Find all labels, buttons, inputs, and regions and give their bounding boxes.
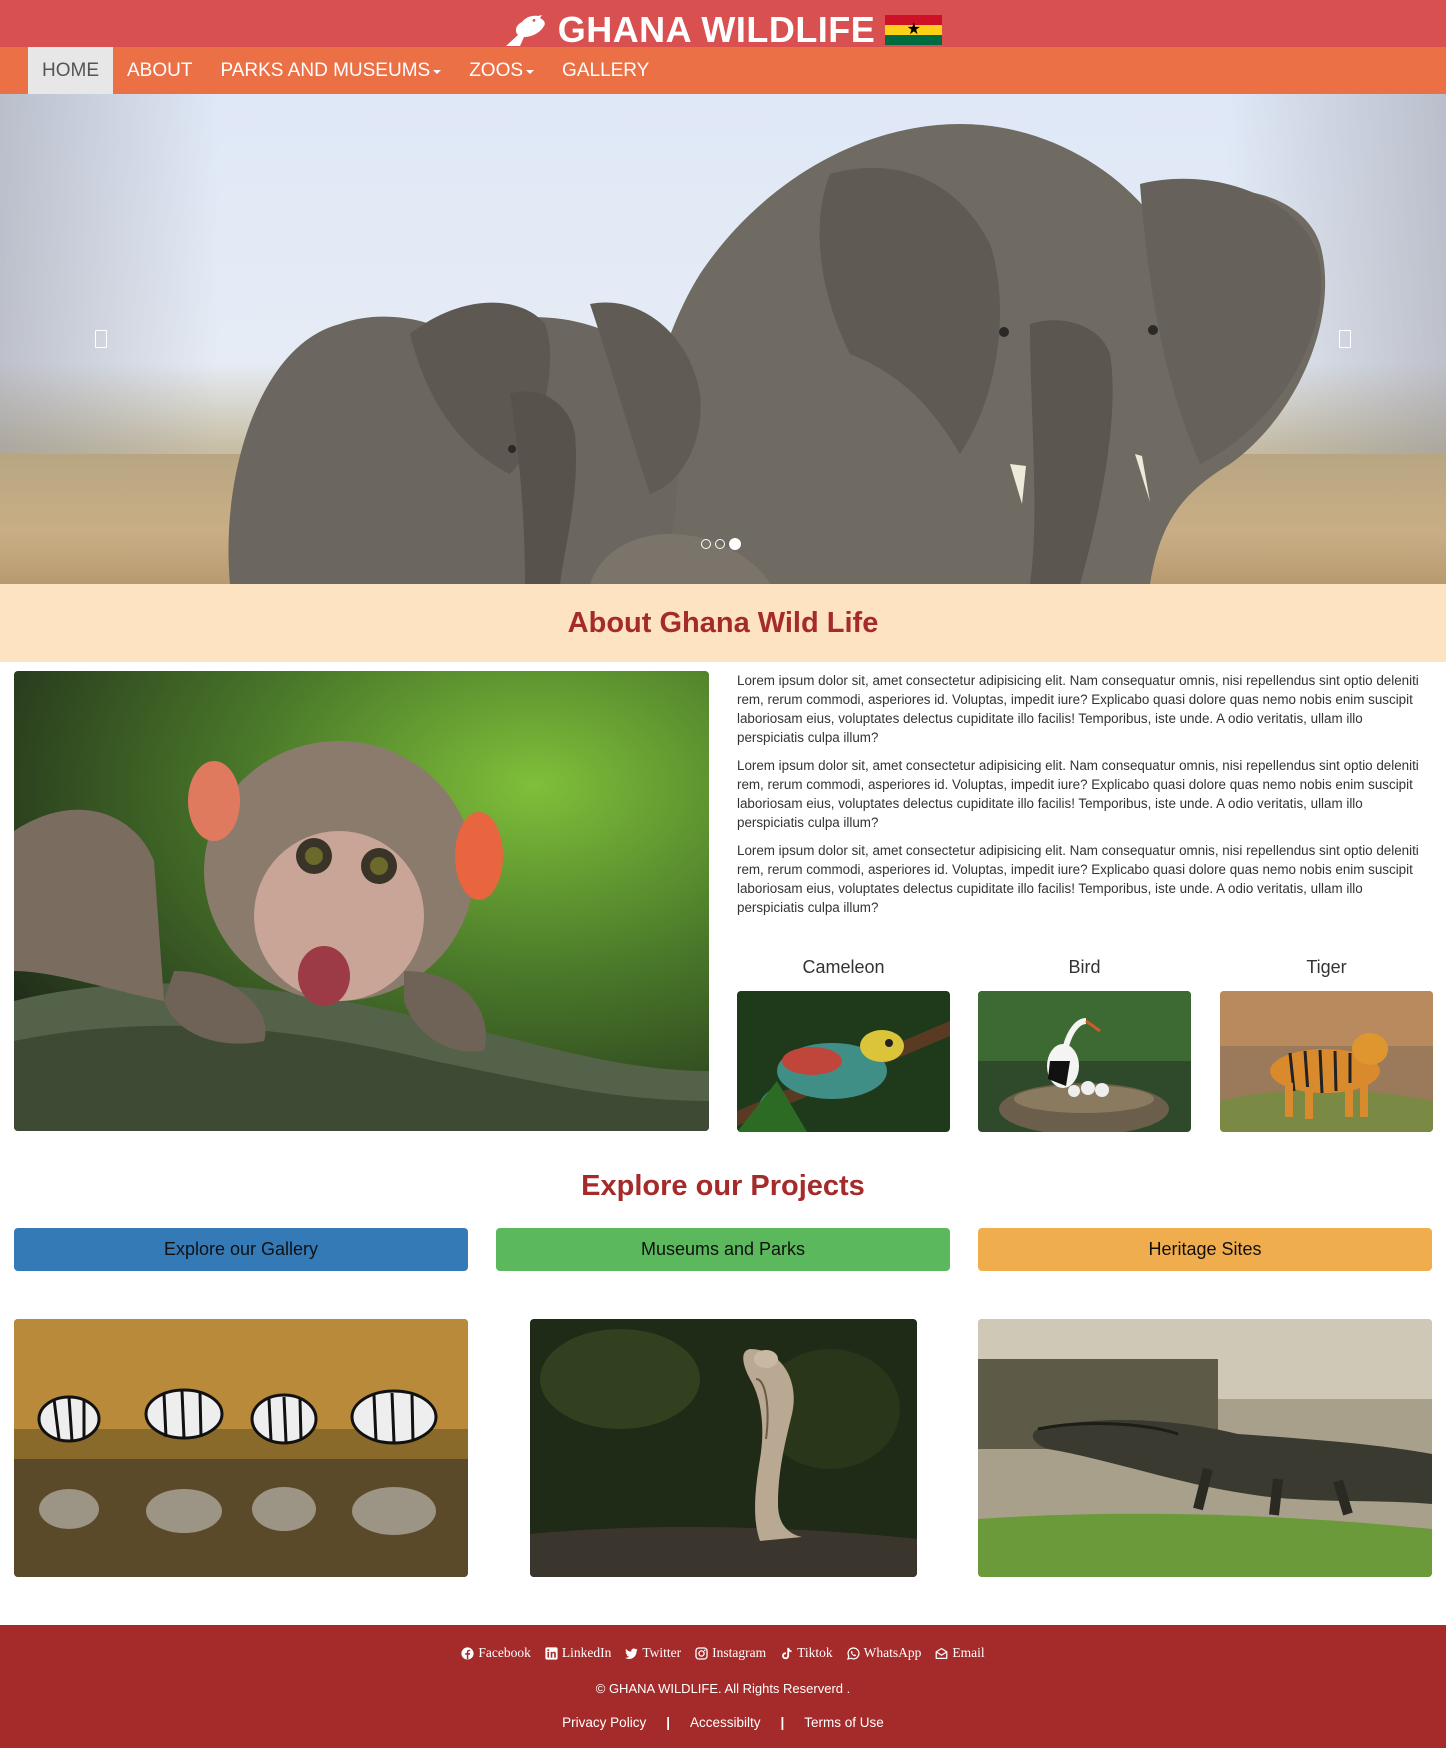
privacy-policy-link[interactable]: Privacy Policy [562,1715,646,1730]
tiktok-icon [782,1647,792,1659]
cobra-image [530,1319,917,1577]
instagram-label: Instagram [712,1645,767,1660]
caret-down-icon [526,70,535,74]
zebras-image [14,1319,468,1577]
bird-logo-icon [505,15,545,46]
brand-bar: GHANA WILDLIFE ★ [0,0,1446,50]
ghana-flag-icon: ★ [885,15,943,45]
nav-parks-and-museums[interactable]: PARKS AND MUSEUMS [206,47,455,94]
linkedin-link[interactable]: LinkedIn [545,1645,612,1661]
nav-zoos-label: ZOOS [469,60,524,81]
footer: Facebook LinkedIn Twitter Instagram Tikt… [0,1625,1446,1748]
facebook-label: Facebook [478,1645,531,1660]
linkedin-icon [545,1646,558,1660]
carousel-indicator-1[interactable] [701,539,711,549]
twitter-icon [625,1647,638,1659]
carousel-indicator-2[interactable] [715,539,725,549]
cameleon-image [737,991,950,1132]
tiktok-label: Tiktok [797,1645,833,1660]
nav-about[interactable]: ABOUT [113,47,206,94]
linkedin-label: LinkedIn [561,1645,612,1660]
facebook-link[interactable]: Facebook [461,1645,531,1661]
about-paragraph: Lorem ipsum dolor sit, amet consectetur … [737,673,1419,745]
copyright: © GHANA WILDLIFE. All Rights Reserverd . [595,1681,851,1696]
nav-gallery[interactable]: GALLERY [548,47,663,94]
site-title: GHANA WILDLIFE [557,9,876,50]
about-text: Lorem ipsum dolor sit, amet consectetur … [737,671,1433,926]
email-label: Email [952,1645,985,1660]
animal-card-tiger: Tiger [1220,955,1433,1132]
nav-gallery-label: GALLERY [562,60,650,81]
instagram-icon [695,1646,708,1660]
museums-parks-button[interactable]: Museums and Parks [496,1228,950,1271]
animal-caption: Cameleon [802,957,885,977]
monkey-image [14,671,709,1131]
about-title: About Ghana Wild Life [567,606,879,639]
carousel-prev-button[interactable] [81,319,121,359]
twitter-link[interactable]: Twitter [625,1645,681,1661]
nav-home-label: HOME [42,60,99,81]
caret-down-icon [433,70,442,74]
nav-about-label: ABOUT [127,60,193,81]
carousel-next-button[interactable] [1325,319,1365,359]
about-paragraph: Lorem ipsum dolor sit, amet consectetur … [737,843,1419,915]
twitter-label: Twitter [642,1645,682,1660]
animal-caption: Bird [1068,957,1101,977]
navbar: HOME ABOUT PARKS AND MUSEUMS ZOOS GALLER… [0,47,1446,94]
carousel-indicator-3[interactable] [729,538,741,550]
bird-image [978,991,1191,1132]
facebook-icon [461,1646,474,1660]
animal-caption: Tiger [1306,957,1347,977]
crocodile-image [978,1319,1432,1577]
tiger-image [1220,991,1433,1132]
whatsapp-label: WhatsApp [863,1645,922,1660]
divider: | [780,1715,785,1730]
legal-links: Privacy Policy | Accessibilty | Terms of… [0,1715,1446,1730]
hero-carousel[interactable] [0,94,1446,584]
nav-parks-label: PARKS AND MUSEUMS [220,60,431,81]
tiktok-link[interactable]: Tiktok [780,1645,833,1661]
explore-gallery-button[interactable]: Explore our Gallery [14,1228,468,1271]
animal-card-bird: Bird [978,955,1191,1132]
accessibility-link[interactable]: Accessibilty [690,1715,761,1730]
about-header: About Ghana Wild Life [0,584,1446,662]
nav-zoos[interactable]: ZOOS [455,47,548,94]
brand[interactable]: GHANA WILDLIFE ★ [0,10,1446,50]
email-link[interactable]: Email [935,1645,985,1661]
whatsapp-icon [846,1646,860,1660]
email-icon [936,1647,948,1659]
instagram-link[interactable]: Instagram [695,1645,766,1661]
animal-card-cameleon: Cameleon [737,955,950,1132]
projects-title: Explore our Projects [581,1170,865,1202]
elephants-image [228,124,1326,584]
about-paragraph: Lorem ipsum dolor sit, amet consectetur … [737,758,1419,830]
carousel-indicators [701,538,741,550]
chevron-right-icon [1339,330,1351,348]
nav-home[interactable]: HOME [28,47,113,94]
divider: | [666,1715,670,1730]
chevron-left-icon [95,330,107,348]
whatsapp-link[interactable]: WhatsApp [846,1645,922,1661]
social-links: Facebook LinkedIn Twitter Instagram Tikt… [0,1645,1446,1661]
heritage-sites-button[interactable]: Heritage Sites [978,1228,1432,1271]
terms-of-use-link[interactable]: Terms of Use [804,1715,884,1730]
